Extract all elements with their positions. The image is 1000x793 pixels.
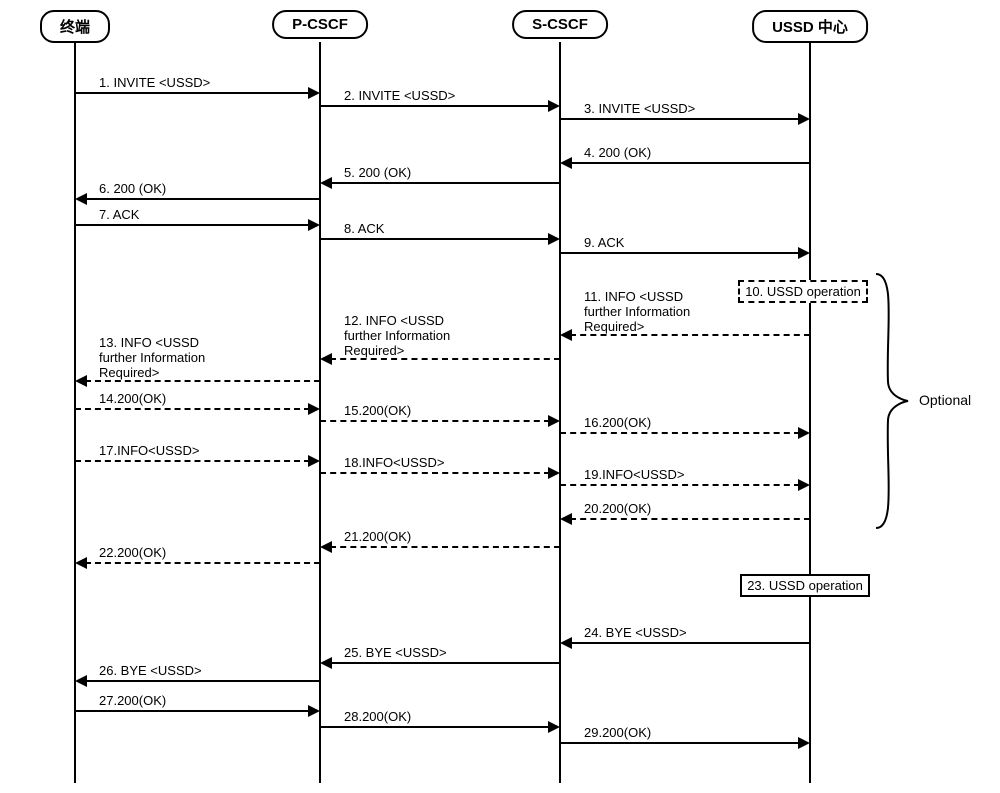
op10-ussd-operation-box: 10. USSD operation	[738, 280, 868, 303]
message-label: 17.INFO<USSD>	[99, 444, 199, 459]
optional-brace-icon	[874, 272, 914, 530]
actor-ussd-center: USSD 中心	[752, 10, 868, 43]
message-label: 24. BYE <USSD>	[584, 626, 687, 641]
actor-terminal: 终端	[40, 10, 110, 43]
message-label: 5. 200 (OK)	[344, 166, 411, 181]
message-label: 18.INFO<USSD>	[344, 456, 444, 471]
message-label: 21.200(OK)	[344, 530, 411, 545]
message-label: 20.200(OK)	[584, 502, 651, 517]
message-label: 27.200(OK)	[99, 694, 166, 709]
message-label: 16.200(OK)	[584, 416, 651, 431]
message-label: 14.200(OK)	[99, 392, 166, 407]
message-label: 19.INFO<USSD>	[584, 468, 684, 483]
message-label: 1. INVITE <USSD>	[99, 76, 210, 91]
op23-ussd-operation-box: 23. USSD operation	[740, 574, 870, 597]
message-label: 25. BYE <USSD>	[344, 646, 447, 661]
message-label: 26. BYE <USSD>	[99, 664, 202, 679]
op10-label: 10. USSD operation	[745, 284, 861, 299]
actor-scscf: S-CSCF	[512, 10, 608, 39]
lifeline-terminal	[74, 42, 76, 783]
message-label: 9. ACK	[584, 236, 624, 251]
message-label: 6. 200 (OK)	[99, 182, 166, 197]
message-label: 2. INVITE <USSD>	[344, 89, 455, 104]
op23-label: 23. USSD operation	[747, 578, 863, 593]
message-label: 11. INFO <USSD further Information Requi…	[584, 290, 690, 335]
message-label: 3. INVITE <USSD>	[584, 102, 695, 117]
message-label: 12. INFO <USSD further Information Requi…	[344, 314, 450, 359]
optional-label: Optional	[919, 392, 971, 408]
lifeline-scscf	[559, 42, 561, 783]
message-label: 28.200(OK)	[344, 710, 411, 725]
message-label: 8. ACK	[344, 222, 384, 237]
lifeline-ussd-center	[809, 42, 811, 783]
message-label: 22.200(OK)	[99, 546, 166, 561]
message-label: 29.200(OK)	[584, 726, 651, 741]
message-label: 7. ACK	[99, 208, 139, 223]
sequence-diagram: 终端 P-CSCF S-CSCF USSD 中心 1. INVITE <USSD…	[0, 0, 1000, 793]
message-label: 4. 200 (OK)	[584, 146, 651, 161]
message-label: 13. INFO <USSD further Information Requi…	[99, 336, 205, 381]
actor-pcscf: P-CSCF	[272, 10, 368, 39]
message-label: 15.200(OK)	[344, 404, 411, 419]
